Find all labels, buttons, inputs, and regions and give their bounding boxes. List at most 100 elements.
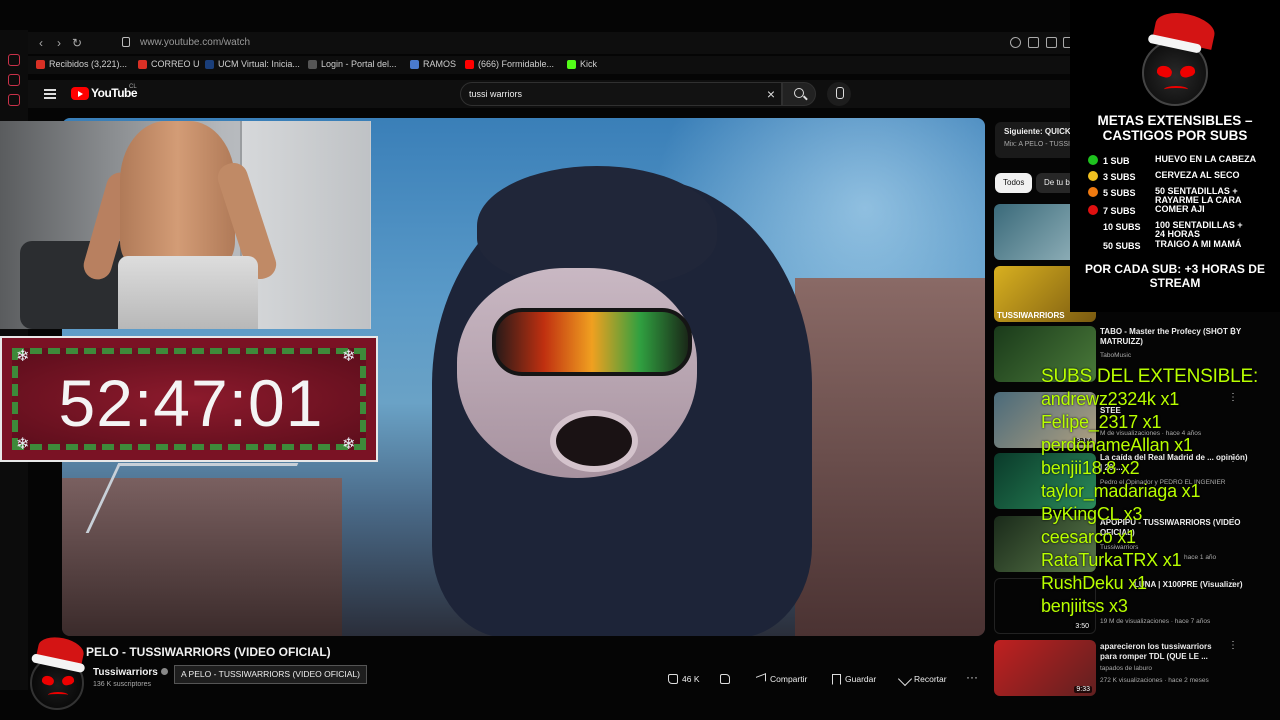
video-title: PELO - TUSSIWARRIORS (VIDEO OFICIAL) <box>86 645 331 659</box>
extensible-entry: perdonameAllan x1 <box>1041 435 1193 455</box>
lock-icon <box>122 37 130 47</box>
dislike-button[interactable] <box>714 669 736 689</box>
black-dot-icon <box>1088 240 1098 250</box>
thumbs-up-icon <box>668 674 678 684</box>
goal-row: 50 SUBS TRAIGO A MI MAMÁ <box>1088 240 1241 251</box>
goals-title: METAS EXTENSIBLES – CASTIGOS POR SUBS <box>1097 113 1253 143</box>
more-actions-icon[interactable]: ··· <box>966 670 978 684</box>
bookmark-item[interactable]: Login - Portal del... <box>308 59 397 69</box>
black-dot-icon <box>1088 221 1098 231</box>
bookmark-item[interactable]: Recibidos (3,221)... <box>36 59 127 69</box>
clear-search-icon[interactable]: × <box>767 86 775 102</box>
like-button[interactable]: 46 K <box>662 669 706 689</box>
goal-row: 5 SUBS 50 SENTADILLAS + RAYARME LA CARA <box>1088 187 1250 205</box>
clip-button[interactable]: Recortar <box>894 669 953 689</box>
gmail-icon <box>36 59 45 69</box>
bookmark-item[interactable]: RAMOS <box>410 59 456 69</box>
extensible-entry: benjiitss x3 <box>1041 596 1128 616</box>
thumbnail-label: TUSSIWARRIORS <box>997 311 1065 320</box>
up-next-title: Siguiente: QUICK <box>1004 127 1071 136</box>
extensible-title: SUBS DEL EXTENSIBLE: <box>1041 366 1259 387</box>
more-icon[interactable]: ⋮ <box>1228 578 1238 589</box>
kick-icon <box>567 59 576 69</box>
video-mouth <box>550 410 638 472</box>
goal-row: 7 SUBS COMER AJI <box>1088 205 1205 216</box>
window-icon[interactable] <box>1046 37 1057 48</box>
video-channel: TaboMusic <box>1100 352 1132 359</box>
extensible-entry: taylor_madariaga x1 <box>1041 481 1201 501</box>
pin-icon[interactable] <box>1028 37 1039 48</box>
devil-eye <box>1155 64 1174 79</box>
search-icon <box>794 88 804 98</box>
ramos-icon <box>410 59 419 69</box>
video-title: aparecieron los tussiwarriors para rompe… <box>1100 642 1212 661</box>
video-stats: hace 1 año <box>1184 554 1217 561</box>
search-value: tussi warriors <box>469 89 523 99</box>
extensible-entry: RushDeku x1 <box>1041 573 1147 593</box>
goal-row: 10 SUBS 100 SENTADILLAS + 24 HORAS <box>1088 221 1250 239</box>
title-tooltip: A PELO - TUSSIWARRIORS (VIDEO OFICIAL) <box>174 665 368 684</box>
extensible-entry: ceesarco x1 <box>1041 527 1136 547</box>
reload-icon[interactable]: ↻ <box>70 36 84 50</box>
video-building <box>795 278 985 636</box>
ucm-icon <box>205 59 214 69</box>
bookmark-item[interactable]: (666) Formidable... <box>465 59 554 69</box>
address-bar: ‹ › ↻ www.youtube.com/watch <box>28 32 1074 54</box>
subathon-timer: ❄ ❄ ❄ ❄ 52:47:01 <box>0 336 378 462</box>
more-icon[interactable]: ⋮ <box>1228 516 1238 527</box>
forward-icon[interactable]: › <box>52 36 66 50</box>
up-next-panel[interactable]: Siguiente: QUICK Mix: A PELO - TUSSI <box>995 122 1071 158</box>
zoom-icon[interactable] <box>1010 37 1021 48</box>
devil-eye <box>41 674 55 687</box>
region-code: CL <box>129 84 137 90</box>
devil-mouth <box>48 692 68 698</box>
search-input[interactable]: tussi warriors × <box>460 82 782 106</box>
webcam-shorts <box>118 256 258 329</box>
youtube-logo-icon[interactable] <box>71 87 89 100</box>
url-text[interactable]: www.youtube.com/watch <box>140 37 250 48</box>
extensible-entry: andrewz2324k x1 <box>1041 389 1180 409</box>
extensible-entry: RataTurkaTRX x1 <box>1041 550 1182 570</box>
more-icon[interactable]: ⋮ <box>1228 326 1238 337</box>
video-duration: 3:50 <box>1073 623 1091 630</box>
more-icon[interactable]: ⋮ <box>1228 392 1238 403</box>
webcam-streamer <box>120 121 235 271</box>
video-thumbnail: 9:33 <box>994 640 1096 696</box>
bookmark-item[interactable]: Kick <box>567 59 597 69</box>
back-icon[interactable]: ‹ <box>34 36 48 50</box>
bookmarks-bar: Recibidos (3,221)... CORREO U UCM Virtua… <box>28 56 1070 74</box>
extensible-entry: Felipe_2317 x1 <box>1041 412 1162 432</box>
chip-all[interactable]: Todos <box>995 173 1033 193</box>
bookmark-item[interactable]: UCM Virtual: Inicia... <box>205 59 300 69</box>
sidebar-video[interactable]: 9:33 aparecieron los tussiwarriors para … <box>994 640 1276 696</box>
voice-search-icon[interactable] <box>827 82 851 106</box>
thumbs-down-icon <box>720 674 730 684</box>
video-stats: 19 M de visualizaciones · hace 7 años <box>1100 618 1211 625</box>
scissors-icon <box>897 671 913 687</box>
sidebar-icon-2[interactable] <box>8 74 20 86</box>
video-goggles <box>492 308 692 376</box>
extensible-entry: benjii18.8 x2 <box>1041 458 1140 478</box>
search-button[interactable] <box>782 82 816 106</box>
save-button[interactable]: Guardar <box>826 669 882 689</box>
share-icon <box>756 673 766 685</box>
video-stats: 272 K visualizaciones · hace 2 meses <box>1100 677 1209 684</box>
santa-hat-icon <box>36 633 86 667</box>
bookmark-item[interactable]: CORREO U <box>138 59 200 69</box>
channel-name[interactable]: Tussiwarriors <box>93 667 168 678</box>
devil-eye <box>1178 64 1197 79</box>
goals-footer: POR CADA SUB: +3 HORAS DE STREAM <box>1085 262 1265 290</box>
red-dot-icon <box>1088 205 1098 215</box>
verified-icon <box>160 668 168 675</box>
video-channel: tapados de laburo <box>1100 665 1153 672</box>
sidebar-icon-3[interactable] <box>8 94 20 106</box>
menu-icon[interactable] <box>44 89 56 99</box>
up-next-subtitle: Mix: A PELO - TUSSI <box>1004 141 1071 148</box>
sidebar-icon-1[interactable] <box>8 54 20 66</box>
share-button[interactable]: Compartir <box>750 669 813 689</box>
more-icon[interactable]: ⋮ <box>1228 640 1238 651</box>
youtube-header: YouTube CL tussi warriors × <box>28 80 1070 108</box>
video-duration: 9:33 <box>1074 686 1092 693</box>
subscriber-count: 136 K suscriptores <box>93 681 151 688</box>
more-icon[interactable]: ⋮ <box>1228 453 1238 464</box>
